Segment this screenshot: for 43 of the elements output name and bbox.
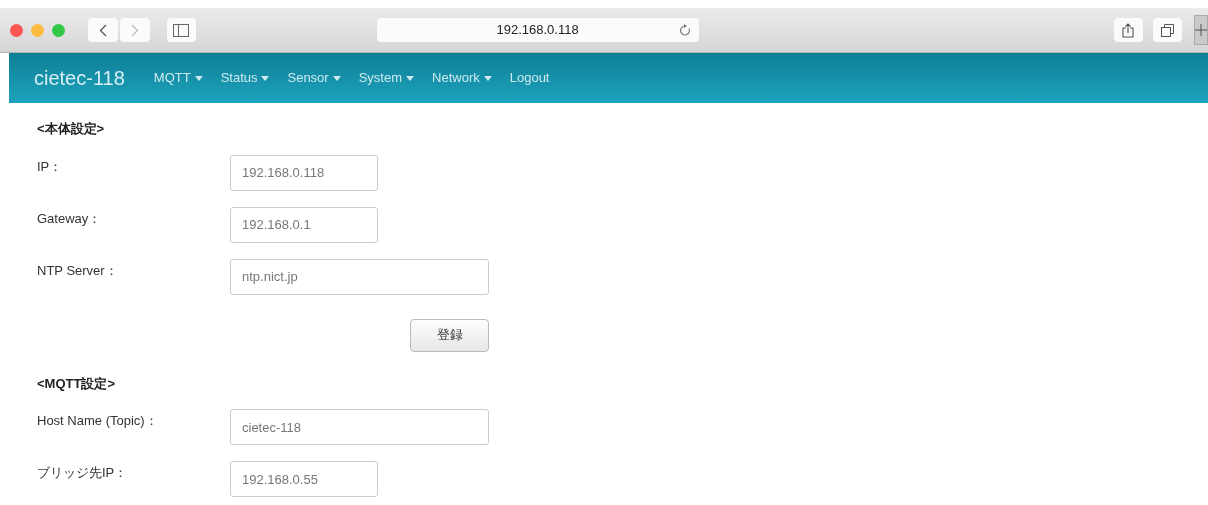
nav-menu-item[interactable]: Logout	[500, 68, 559, 88]
share-button[interactable]	[1113, 18, 1143, 42]
url-text: 192.168.0.118	[496, 21, 579, 40]
register-button[interactable]: 登録	[410, 318, 489, 352]
tabs-button[interactable]	[1152, 18, 1182, 42]
field-label: ブリッジ先IP：	[37, 464, 129, 482]
sidebar-icon	[173, 23, 190, 37]
new-tab-button[interactable]	[1194, 15, 1208, 45]
forward-button[interactable]	[120, 18, 150, 42]
chevron-right-icon	[131, 23, 139, 37]
text-field[interactable]: 192.168.0.118	[230, 154, 378, 191]
reload-icon[interactable]	[678, 23, 691, 37]
section-heading: <本体設定>	[37, 120, 106, 138]
nav-menu-item[interactable]: Sensor	[278, 68, 350, 88]
text-field[interactable]: cietec-118	[230, 409, 489, 445]
caret-icon	[483, 75, 492, 81]
field-label: NTP Server：	[37, 261, 119, 280]
caret-icon	[194, 75, 203, 81]
nav-menu-item[interactable]: Network	[423, 68, 501, 88]
field-label: IP：	[37, 157, 64, 176]
plus-icon	[1195, 24, 1207, 36]
nav-menu-item[interactable]: System	[349, 68, 424, 88]
caret-icon	[261, 75, 270, 81]
text-field[interactable]: 192.168.0.55	[230, 461, 378, 497]
address-bar[interactable]: 192.168.0.118	[376, 18, 699, 42]
section-heading: <MQTT設定>	[37, 374, 116, 393]
minimize-window-icon[interactable]	[31, 23, 44, 37]
caret-icon	[332, 75, 341, 81]
back-button[interactable]	[88, 18, 118, 42]
field-label: Host Name (Topic)：	[37, 412, 159, 430]
text-field[interactable]: ntp.nict.jp	[230, 258, 489, 295]
nav-menu-item[interactable]: MQTT	[144, 68, 212, 88]
chevron-left-icon	[99, 23, 107, 37]
text-field[interactable]: 192.168.0.1	[230, 206, 378, 243]
share-icon	[1122, 22, 1135, 38]
maximize-window-icon[interactable]	[52, 23, 65, 37]
close-window-icon[interactable]	[10, 23, 23, 37]
nav-menu-item[interactable]: Status	[211, 68, 279, 88]
tabs-icon	[1160, 23, 1174, 37]
sidebar-button[interactable]	[167, 18, 196, 42]
caret-icon	[406, 75, 415, 81]
field-label: Gateway：	[37, 209, 103, 228]
brand-title[interactable]: cietec-118	[34, 63, 125, 93]
